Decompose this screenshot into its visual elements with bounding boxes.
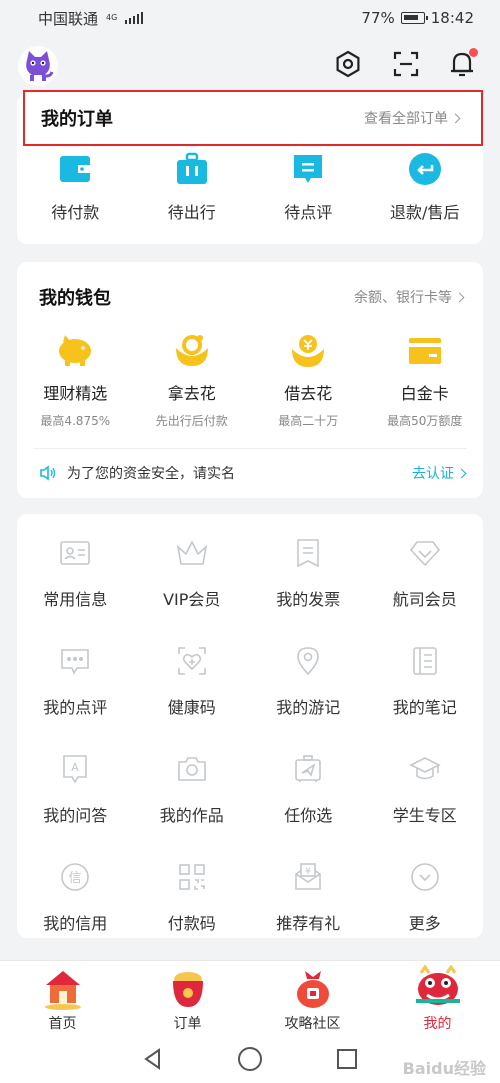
order-tab-icon: [165, 961, 211, 1011]
wallet-icon: [58, 152, 92, 186]
scan-icon[interactable]: [390, 48, 422, 80]
service-notes[interactable]: 我的笔记: [367, 644, 484, 718]
bell-icon[interactable]: [446, 48, 478, 80]
speaker-icon: [40, 465, 56, 481]
yuan-envelope-icon: ¥: [293, 860, 323, 894]
verification-notice: 为了您的资金安全，请实名 去认证: [39, 460, 467, 486]
wallet-loan[interactable]: 借去花 最高二十万: [250, 330, 367, 429]
svg-text:A: A: [71, 761, 79, 774]
system-nav-bar: Baidu经验: [0, 1034, 500, 1083]
chevron-right-icon: [454, 292, 465, 302]
service-referral[interactable]: ¥ 推荐有礼: [250, 860, 367, 934]
credit-icon: 信: [60, 860, 90, 894]
notice-text: 为了您的资金安全，请实名: [67, 466, 235, 482]
flower-pay-icon: [172, 330, 212, 370]
comment-dots-icon: [60, 644, 90, 678]
location-pin-icon: [295, 644, 321, 678]
luggage-icon: [175, 152, 209, 186]
bottom-tab-bar: 首页 订单 攻略社区 我的: [0, 960, 500, 1034]
camera-icon: [177, 752, 207, 786]
service-invoice[interactable]: 我的发票: [250, 536, 367, 610]
notebook-icon: [411, 644, 439, 678]
clock: 18:42: [430, 9, 474, 27]
signal-icon: [125, 12, 144, 24]
notification-dot: [469, 48, 478, 57]
service-payment-code[interactable]: 付款码: [134, 860, 251, 934]
orders-header[interactable]: 我的订单 查看全部订单: [23, 90, 483, 146]
more-chevron-icon: [410, 860, 440, 894]
qr-code-icon: [177, 860, 207, 894]
wallet-platinum-card[interactable]: 白金卡 最高50万额度: [367, 330, 484, 429]
community-tab-icon: [290, 961, 336, 1011]
graduation-cap-icon: [408, 752, 441, 786]
service-airline-member[interactable]: 航司会员: [367, 536, 484, 610]
wallet-title: 我的钱包: [39, 288, 111, 309]
top-bar: [0, 40, 500, 90]
cat-avatar-icon: [26, 51, 54, 81]
order-pending-review[interactable]: 待点评: [250, 152, 367, 223]
order-pending-payment[interactable]: 待付款: [17, 152, 134, 223]
chevron-right-icon: [450, 113, 461, 123]
avatar[interactable]: [18, 46, 58, 86]
status-bar: 中国联通 4G 77% 18:42: [0, 0, 500, 36]
home-tab-icon: [40, 961, 86, 1011]
service-health-code[interactable]: 健康码: [134, 644, 251, 718]
chevron-right-icon: [456, 468, 467, 478]
wallet-wealth[interactable]: 理财精选 最高4.875%: [17, 330, 134, 429]
orders-card: 我的订单 查看全部订单 待付款 待出行 待点评 退款/售后: [17, 90, 484, 244]
mine-tab-icon: [411, 961, 465, 1011]
battery-percent: 77%: [361, 9, 395, 27]
divider: [33, 448, 467, 449]
back-nav-icon[interactable]: [141, 1047, 165, 1071]
battery-icon: [400, 12, 428, 24]
service-qa[interactable]: A 我的问答: [17, 752, 134, 826]
tab-community[interactable]: 攻略社区: [250, 961, 375, 1034]
service-vip[interactable]: VIP会员: [134, 536, 251, 610]
card-icon: [407, 330, 443, 370]
recents-nav-icon[interactable]: [335, 1047, 359, 1071]
loan-icon: [288, 330, 328, 370]
suitcase-plane-icon: [293, 752, 323, 786]
wallet-pay-later[interactable]: 拿去花 先出行后付款: [134, 330, 251, 429]
wallet-details-link[interactable]: 余额、银行卡等: [354, 287, 465, 307]
crown-icon: [175, 536, 209, 570]
health-code-icon: [177, 644, 207, 678]
refund-icon: [408, 152, 442, 186]
id-card-icon: [59, 536, 91, 570]
service-more[interactable]: 更多: [367, 860, 484, 934]
services-card: 常用信息 VIP会员 我的发票 航司会员 我的点评 健康码 我的游记 我的笔记 …: [17, 514, 483, 938]
service-free-choice[interactable]: 任你选: [250, 752, 367, 826]
tab-mine[interactable]: 我的: [375, 961, 500, 1034]
order-pending-trip[interactable]: 待出行: [134, 152, 251, 223]
piggy-bank-icon: [55, 330, 95, 370]
tab-orders[interactable]: 订单: [125, 961, 250, 1034]
diamond-icon: [409, 536, 441, 570]
service-travelogue[interactable]: 我的游记: [250, 644, 367, 718]
service-my-works[interactable]: 我的作品: [134, 752, 251, 826]
orders-title: 我的订单: [41, 109, 113, 130]
carrier-label: 中国联通: [38, 9, 99, 28]
order-refund[interactable]: 退款/售后: [367, 152, 484, 223]
settings-icon[interactable]: [332, 48, 364, 80]
watermark: Baidu经验: [402, 1059, 486, 1078]
service-my-reviews[interactable]: 我的点评: [17, 644, 134, 718]
invoice-icon: [295, 536, 321, 570]
service-students[interactable]: 学生专区: [367, 752, 484, 826]
network-type: 4G: [106, 13, 118, 22]
comment-icon: [291, 152, 325, 186]
svg-text:信: 信: [69, 871, 82, 886]
qa-icon: A: [62, 752, 88, 786]
svg-text:¥: ¥: [305, 867, 311, 877]
wallet-card: 我的钱包 余额、银行卡等 理财精选 最高4.875% 拿去花 先出行后付款 借去…: [17, 262, 483, 498]
service-credit[interactable]: 信 我的信用: [17, 860, 134, 934]
verify-link[interactable]: 去认证: [412, 463, 467, 483]
service-common-info[interactable]: 常用信息: [17, 536, 134, 610]
tab-home[interactable]: 首页: [0, 961, 125, 1034]
home-nav-icon[interactable]: [237, 1046, 263, 1072]
view-all-orders-link[interactable]: 查看全部订单: [364, 108, 461, 128]
